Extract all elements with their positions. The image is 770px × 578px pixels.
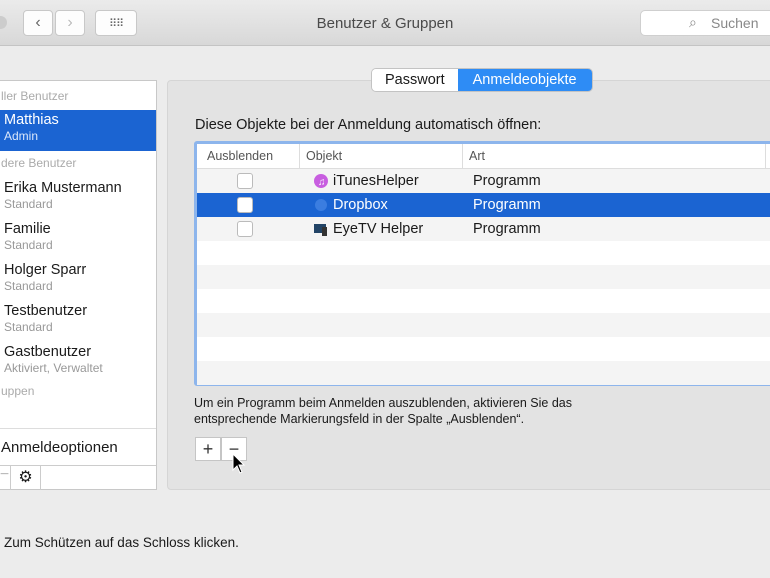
lock-hint: Zum Schützen auf das Schloss klicken.	[4, 535, 239, 550]
column-ausblenden[interactable]: Ausblenden	[197, 144, 300, 168]
hide-checkbox[interactable]	[237, 173, 253, 189]
other-users-header: dere Benutzer	[1, 156, 77, 170]
title-bar: ‹ › ⠿⠿ Benutzer & Gruppen ⌕ Suchen	[0, 0, 770, 46]
remove-user-button[interactable]: −	[0, 466, 11, 490]
user-item[interactable]: Testbenutzer Standard	[0, 301, 156, 342]
user-role: Standard	[4, 197, 53, 211]
empty-row	[197, 241, 770, 265]
object-type: Programm	[473, 197, 541, 213]
empty-row	[197, 265, 770, 289]
user-role: Standard	[4, 279, 53, 293]
user-role: Standard	[4, 238, 53, 252]
user-item[interactable]: Familie Standard	[0, 219, 156, 260]
empty-row	[197, 337, 770, 361]
user-list: ller Benutzer Matthias Admin dere Benutze…	[0, 80, 157, 490]
hide-checkbox[interactable]	[237, 221, 253, 237]
current-user-header: ller Benutzer	[1, 89, 69, 103]
user-name: Testbenutzer	[4, 303, 88, 319]
eyetv-icon	[314, 224, 327, 236]
table-row[interactable]: ♫ iTunesHelper Programm	[197, 169, 770, 193]
hide-checkbox[interactable]	[237, 197, 253, 213]
search-placeholder: Suchen	[711, 15, 759, 31]
user-name: Erika Mustermann	[4, 180, 122, 196]
empty-row	[197, 313, 770, 337]
help-line-2: entsprechende Markierungsfeld in der Spa…	[194, 412, 525, 426]
user-name: Gastbenutzer	[4, 344, 92, 360]
itunes-icon: ♫	[314, 174, 328, 188]
svg-text:♫: ♫	[318, 177, 326, 188]
mouse-cursor-icon	[232, 453, 246, 474]
object-name: Dropbox	[333, 197, 388, 213]
tab-passwort[interactable]: Passwort	[372, 69, 458, 91]
user-name: Matthias	[4, 112, 59, 128]
dropbox-icon	[315, 199, 327, 211]
user-name: Holger Sparr	[4, 262, 87, 278]
user-item-matthias[interactable]: Matthias Admin	[0, 110, 156, 151]
search-input[interactable]: ⌕ Suchen	[640, 10, 770, 36]
empty-row	[197, 361, 770, 385]
tab-anmeldeobjekte[interactable]: Anmeldeobjekte	[457, 69, 592, 91]
object-name: iTunesHelper	[333, 173, 419, 189]
object-type: Programm	[473, 173, 541, 189]
login-items-table: Ausblenden Objekt Art ♫ iTunesHelper Progr…	[194, 141, 770, 386]
column-art[interactable]: Art	[463, 144, 766, 168]
search-icon: ⌕	[689, 14, 697, 30]
gear-icon[interactable]: ⚙	[11, 466, 41, 490]
user-name: Familie	[4, 221, 51, 237]
tab-bar: Passwort Anmeldeobjekte	[371, 68, 593, 92]
user-role: Standard	[4, 320, 53, 334]
login-options-item[interactable]: Anmeldeoptionen	[0, 428, 156, 465]
user-item[interactable]: Gastbenutzer Aktiviert, Verwaltet	[0, 342, 156, 383]
help-line-1: Um ein Programm beim Anmelden auszublend…	[194, 396, 572, 410]
help-text: Um ein Programm beim Anmelden auszublend…	[194, 395, 572, 427]
object-type: Programm	[473, 221, 541, 237]
column-objekt[interactable]: Objekt	[300, 144, 463, 168]
add-button[interactable]: +	[195, 437, 221, 461]
empty-row	[197, 289, 770, 313]
table-row[interactable]: Dropbox Programm	[197, 193, 770, 217]
groups-header: uppen	[1, 384, 35, 398]
user-role: Admin	[4, 129, 39, 143]
table-row[interactable]: EyeTV Helper Programm	[197, 217, 770, 241]
user-item[interactable]: Holger Sparr Standard	[0, 260, 156, 301]
user-role: Aktiviert, Verwaltet	[4, 361, 103, 375]
login-items-label: Diese Objekte bei der Anmeldung automati…	[195, 117, 542, 133]
user-item[interactable]: Erika Mustermann Standard	[0, 178, 156, 219]
object-name: EyeTV Helper	[333, 221, 424, 237]
